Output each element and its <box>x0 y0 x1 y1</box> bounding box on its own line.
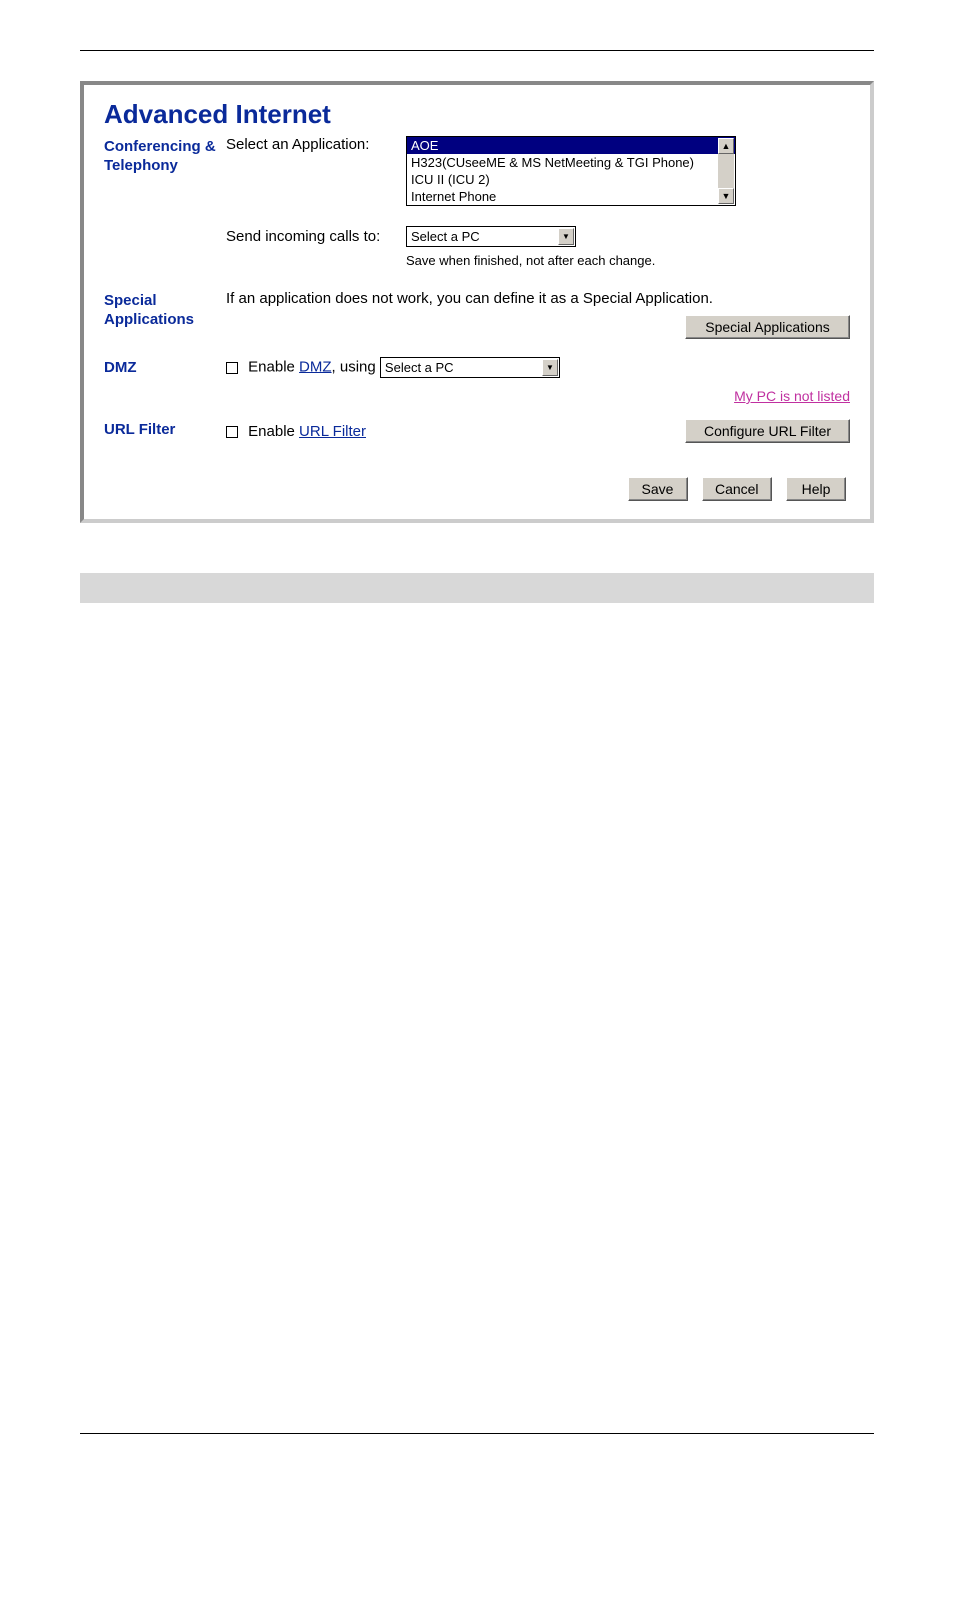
dmz-pc-value: Select a PC <box>385 360 454 375</box>
bottom-rule <box>80 1433 874 1434</box>
enable-dmz-prefix: Enable <box>248 358 299 375</box>
app-option[interactable]: H323(CUseeME & MS NetMeeting & TGI Phone… <box>407 154 735 171</box>
dropdown-icon[interactable]: ▼ <box>558 228 574 245</box>
enable-dmz-suffix: , using <box>332 358 380 375</box>
dropdown-icon[interactable]: ▼ <box>542 359 558 376</box>
app-option[interactable]: AOE <box>407 137 735 154</box>
section-urlfilter-label: URL Filter <box>104 419 226 440</box>
save-note: Save when finished, not after each chang… <box>406 253 850 268</box>
send-calls-label: Send incoming calls to: <box>226 228 406 245</box>
scroll-up-icon[interactable]: ▲ <box>718 138 734 154</box>
save-button[interactable]: Save <box>628 477 688 501</box>
send-calls-pc-select[interactable]: Select a PC ▼ <box>406 226 576 247</box>
help-button[interactable]: Help <box>786 477 846 501</box>
dmz-link[interactable]: DMZ <box>299 358 332 375</box>
dmz-pc-select[interactable]: Select a PC ▼ <box>380 357 560 378</box>
panel-title: Advanced Internet <box>104 99 850 130</box>
enable-dmz-checkbox[interactable] <box>226 362 238 374</box>
select-application-label: Select an Application: <box>226 136 406 153</box>
enable-urlfilter-prefix: Enable <box>248 423 299 440</box>
special-description: If an application does not work, you can… <box>226 290 850 307</box>
scroll-down-icon[interactable]: ▼ <box>718 188 734 204</box>
app-option[interactable]: ICU II (ICU 2) <box>407 171 735 188</box>
listbox-scrollbar[interactable]: ▲ ▼ <box>718 138 734 204</box>
section-special-label: Special Applications <box>104 290 226 330</box>
cancel-button[interactable]: Cancel <box>702 477 772 501</box>
section-dmz-label: DMZ <box>104 357 226 378</box>
my-pc-not-listed-link[interactable]: My PC is not listed <box>734 388 850 404</box>
configure-url-filter-button[interactable]: Configure URL Filter <box>685 419 850 443</box>
advanced-internet-panel: Advanced Internet Conferencing & Telepho… <box>80 81 874 523</box>
section-conferencing-label: Conferencing & Telephony <box>104 136 226 176</box>
gray-band <box>80 573 874 603</box>
application-listbox[interactable]: AOE H323(CUseeME & MS NetMeeting & TGI P… <box>406 136 736 206</box>
app-option[interactable]: Internet Phone <box>407 188 735 205</box>
enable-urlfilter-checkbox[interactable] <box>226 426 238 438</box>
top-rule <box>80 50 874 51</box>
url-filter-link[interactable]: URL Filter <box>299 423 366 440</box>
send-calls-pc-value: Select a PC <box>411 229 480 244</box>
special-applications-button[interactable]: Special Applications <box>685 315 850 339</box>
